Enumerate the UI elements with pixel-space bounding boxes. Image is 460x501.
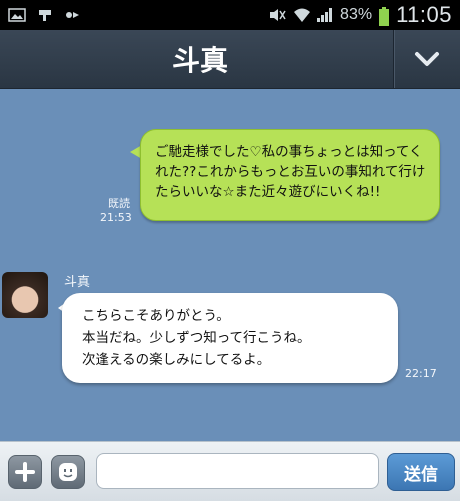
- sender-avatar[interactable]: [2, 272, 48, 318]
- image-icon: [8, 7, 26, 23]
- mute-icon: [268, 7, 286, 23]
- send-button[interactable]: 送信: [387, 453, 455, 491]
- battery-percent: 83%: [340, 6, 373, 23]
- status-left-icons: [0, 7, 82, 23]
- message-input-bar: 送信: [0, 441, 460, 501]
- outgoing-message-time: 21:53: [100, 211, 132, 224]
- incoming-message-line: 本当だね。少しずつ知って行こうね。: [82, 330, 311, 346]
- wifi-icon: [292, 7, 311, 23]
- incoming-message-line: こちらこそありがとう。: [82, 308, 230, 324]
- sender-name: 斗真: [64, 275, 91, 290]
- read-receipt: 既読: [108, 197, 130, 210]
- emoji-icon: [59, 463, 77, 481]
- outgoing-message-bubble[interactable]: ご馳走様でした♡私の事ちょっとは知ってくれた??これからもっとお互いの事知れて行…: [140, 129, 440, 221]
- data-icon: [64, 7, 82, 23]
- menu-toggle-button[interactable]: [393, 30, 460, 88]
- emoji-button[interactable]: [51, 455, 85, 489]
- signal-bars-icon: [316, 7, 334, 23]
- chat-area[interactable]: ご馳走様でした♡私の事ちょっとは知ってくれた??これからもっとお互いの事知れて行…: [0, 89, 460, 441]
- chevron-down-icon: [415, 52, 439, 66]
- incoming-message-time: 22:17: [405, 367, 437, 380]
- battery-icon: [378, 7, 390, 26]
- status-time: 11:05: [396, 2, 452, 27]
- chat-title: 斗真: [171, 44, 228, 77]
- chat-header: 斗真: [0, 30, 460, 89]
- message-input[interactable]: [96, 453, 379, 489]
- status-bar: 83% 11:05: [0, 0, 460, 30]
- signal-app-icon: [36, 7, 54, 23]
- incoming-message-line: 次逢えるの楽しみにしてるよ。: [82, 352, 271, 368]
- incoming-message-bubble[interactable]: こちらこそありがとう。 本当だね。少しずつ知って行こうね。 次逢えるの楽しみにし…: [62, 293, 398, 383]
- outgoing-message-text: ご馳走様でした♡私の事ちょっとは知ってくれた??これからもっとお互いの事知れて行…: [155, 144, 426, 200]
- plus-icon: [15, 462, 35, 482]
- status-right-icons: 83% 11:05: [268, 2, 460, 28]
- attach-button[interactable]: [8, 455, 42, 489]
